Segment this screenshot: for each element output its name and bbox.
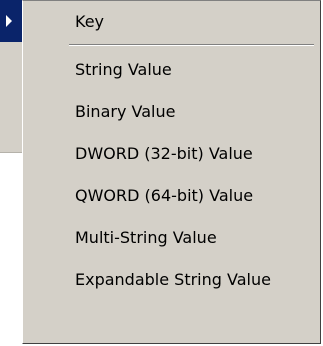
menu-item-label: String Value bbox=[75, 60, 172, 79]
menu-item-key[interactable]: Key bbox=[29, 5, 316, 39]
menu-item-qword-value[interactable]: QWORD (64-bit) Value bbox=[29, 179, 316, 213]
menu-item-label: DWORD (32-bit) Value bbox=[75, 144, 253, 163]
menu-item-label: Multi-String Value bbox=[75, 228, 217, 247]
menu-item-label: QWORD (64-bit) Value bbox=[75, 186, 254, 205]
menu-item-label: Key bbox=[75, 12, 105, 31]
menu-item-dword-value[interactable]: DWORD (32-bit) Value bbox=[29, 137, 316, 171]
menu-item-binary-value[interactable]: Binary Value bbox=[29, 95, 316, 129]
parent-menu-strip bbox=[0, 0, 22, 346]
menu-item-label: Binary Value bbox=[75, 102, 176, 121]
menu-item-multi-string-value[interactable]: Multi-String Value bbox=[29, 221, 316, 255]
menu-item-string-value[interactable]: String Value bbox=[29, 53, 316, 87]
menu-separator bbox=[29, 39, 316, 53]
parent-menu-item-new[interactable] bbox=[0, 0, 22, 42]
menu-item-expandable-string-value[interactable]: Expandable String Value bbox=[29, 263, 316, 297]
menu-item-label: Expandable String Value bbox=[75, 270, 271, 289]
new-submenu: Key String Value Binary Value DWORD (32-… bbox=[22, 0, 321, 344]
parent-menu-background bbox=[0, 42, 22, 153]
submenu-arrow-icon bbox=[6, 15, 12, 27]
